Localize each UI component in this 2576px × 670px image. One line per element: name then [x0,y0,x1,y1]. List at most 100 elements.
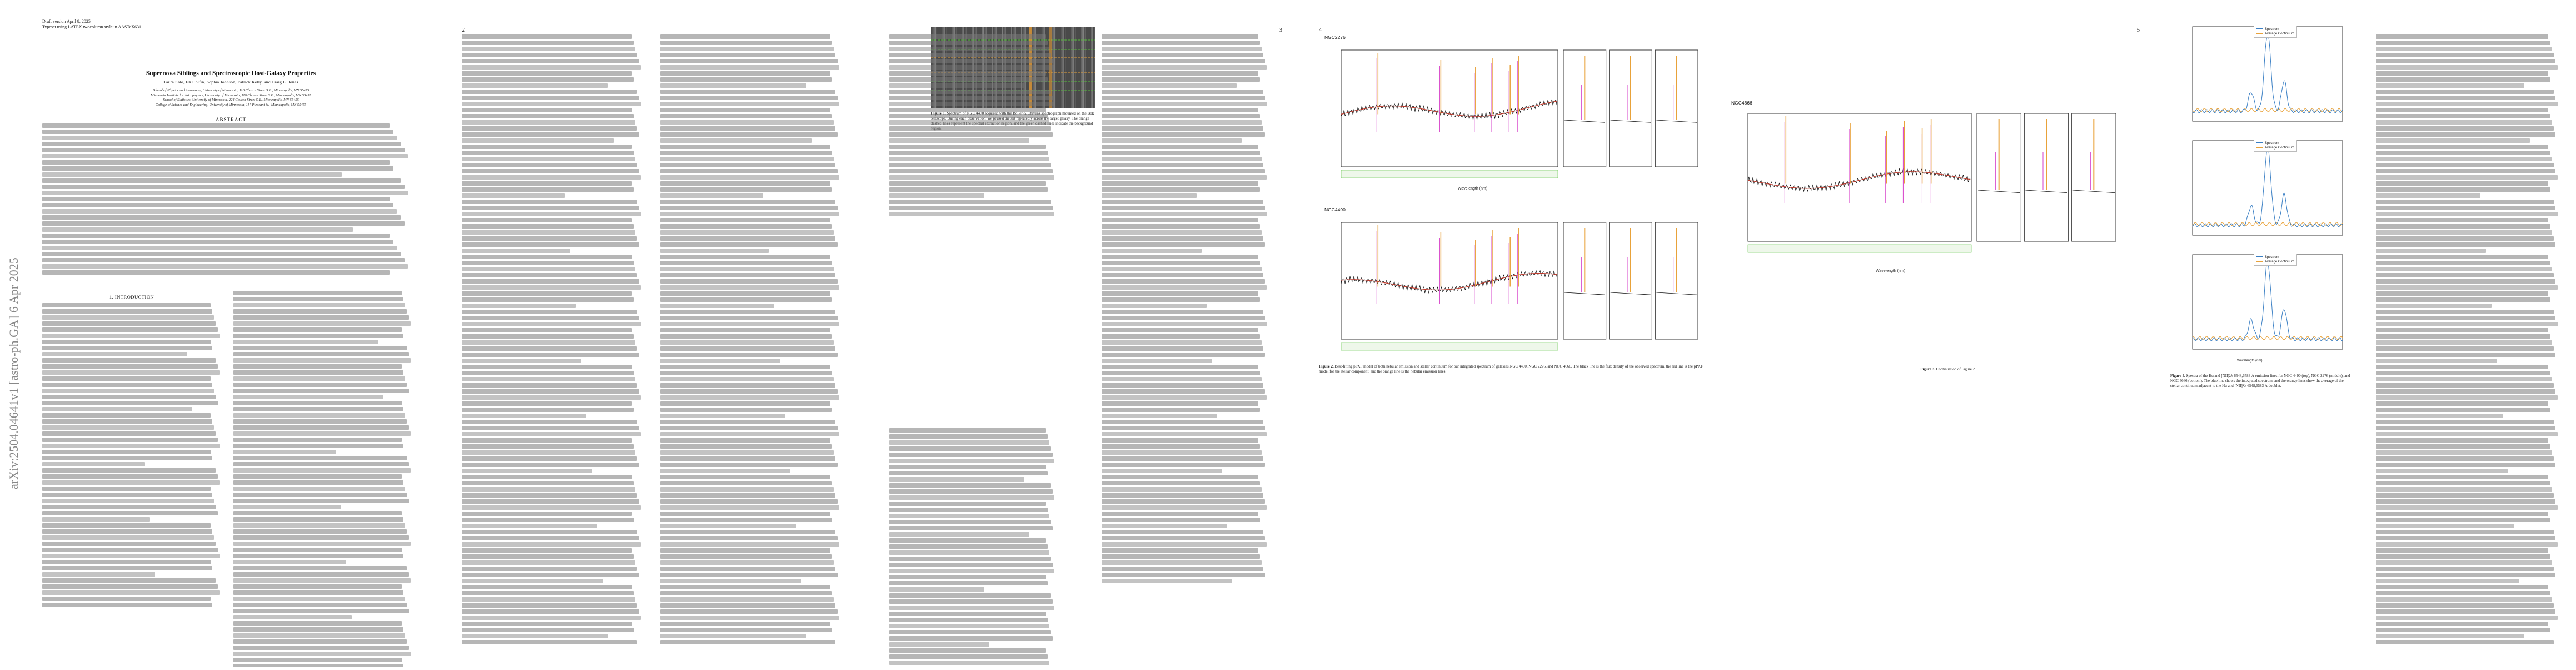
text-line [660,603,836,608]
text-line [462,505,641,510]
text-line [42,352,187,356]
spectrum-streak [1094,27,1095,108]
author-list: Laura Salo, Eli Dolfin, Sophia Johnson, … [163,80,298,85]
text-line [462,200,637,204]
text-line [660,622,830,626]
spectrum-streak [1074,27,1075,108]
text-line [2376,567,2554,571]
text-line [462,212,641,216]
text-line [889,612,1046,616]
text-line [660,145,830,149]
text-line [660,224,832,229]
text-line [660,585,830,589]
panel-label: NGC2276 [1324,34,1346,40]
text-line [2376,554,2550,559]
text-line [462,65,641,70]
text-line [233,297,403,301]
text-line [660,249,769,253]
text-line [2376,395,2558,400]
text-line [462,481,634,485]
text-line [462,554,634,559]
text-line [2376,408,2550,412]
text-line [889,175,1054,180]
text-line [42,560,211,564]
text-line [462,249,570,253]
text-line [1102,34,1258,39]
text-line [2376,285,2558,290]
zoom-continuum [2072,190,2115,193]
text-line [462,187,634,192]
text-line [462,383,637,388]
text-line [233,327,402,332]
text-line [462,108,632,112]
text-line [2376,47,2552,51]
text-line [462,585,632,589]
text-line [1102,187,1260,192]
text-line [2376,359,2497,363]
text-line [233,493,407,497]
text-line [1102,359,1212,363]
text-line [2376,609,2556,614]
text-line [462,414,587,418]
text-line [462,408,634,412]
text-line [660,59,838,63]
text-line [462,175,641,180]
text-line [2376,475,2549,479]
text-line [1102,487,1262,492]
text-line [1102,102,1267,106]
text-line [2376,145,2549,149]
text-line [1102,469,1222,473]
page-2: 2 [441,0,868,667]
text-line [42,413,211,418]
text-line [660,297,832,302]
text-line [462,622,632,626]
text-line [889,71,1046,76]
text-line [889,544,1048,549]
text-line [233,633,406,638]
text-line [660,65,839,70]
text-line [42,535,215,540]
text-line [462,548,632,553]
text-line [660,77,832,82]
text-line [462,518,634,522]
text-line [42,431,216,436]
text-line [660,273,836,277]
text-line [2376,175,2558,180]
text-line [1102,126,1263,131]
text-line [233,487,406,491]
figure-3-label: Figure 3. [1920,367,1935,371]
text-line [42,203,393,207]
text-line [42,572,155,577]
text-line [233,438,402,442]
text-line [233,456,407,460]
text-line [660,560,834,565]
text-line [42,258,405,262]
average-continuum [2192,108,2343,112]
text-line [2376,41,2550,45]
text-line [660,573,838,577]
text-line [2376,102,2558,106]
text-line [660,469,790,473]
legend-label: Average Continuum [2265,32,2294,36]
text-line [2376,181,2549,186]
text-line [2376,126,2554,131]
text-line [660,371,832,375]
text-line [233,389,409,393]
text-line [42,209,397,214]
text-line [2376,640,2554,644]
spectrum-streak [1061,27,1062,108]
text-line [660,102,839,106]
text-line [660,157,834,161]
text-line [233,321,411,326]
text-line [233,413,406,418]
text-line [660,114,832,118]
text-line [462,609,639,614]
text-line [660,377,834,381]
text-line [462,206,639,210]
figure-3-panels: NGC4666 [1731,100,2131,267]
legend-item-continuum: Average Continuum [2256,260,2294,264]
text-line [1102,420,1263,424]
text-line [42,383,212,387]
text-line [42,130,393,134]
text-line [889,648,1046,653]
